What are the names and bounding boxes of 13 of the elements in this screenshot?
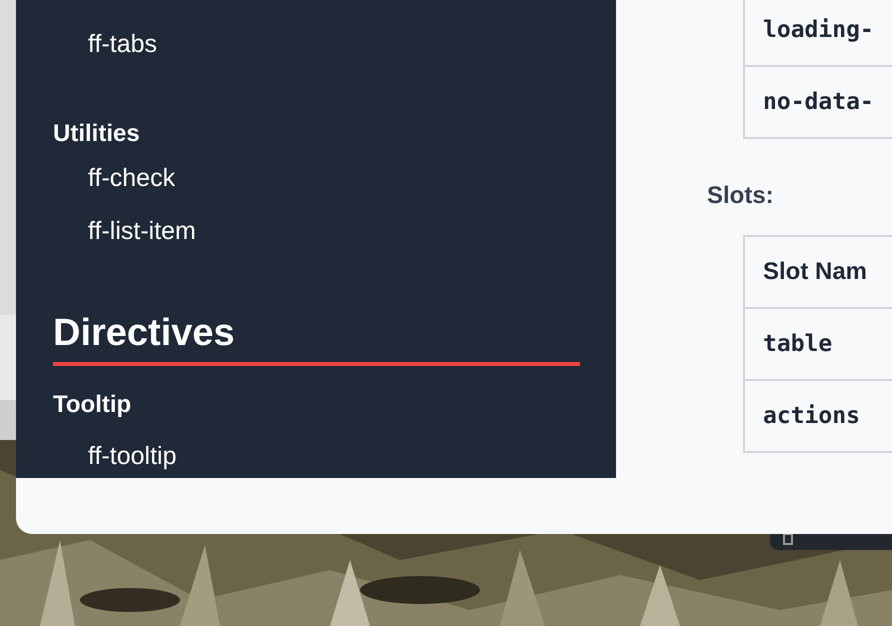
table-cell: actions — [744, 380, 892, 452]
table-cell: no-data- — [744, 66, 892, 138]
nav-link[interactable]: ff-check — [53, 152, 176, 205]
section-label: Slots: — [707, 181, 775, 211]
table-cell: table — [744, 308, 892, 380]
table-cell: loading- — [744, 0, 892, 66]
nav-link[interactable]: ff-tabs — [53, 18, 158, 71]
group-title: Utilities — [53, 119, 140, 149]
section-heading: Directives — [53, 310, 580, 366]
group-title: Tooltip — [53, 390, 132, 420]
nav-link[interactable]: ff-tooltip — [53, 436, 176, 476]
column-header: Slot Nam — [744, 236, 892, 308]
nav-link[interactable]: ff-list-item — [53, 205, 196, 258]
